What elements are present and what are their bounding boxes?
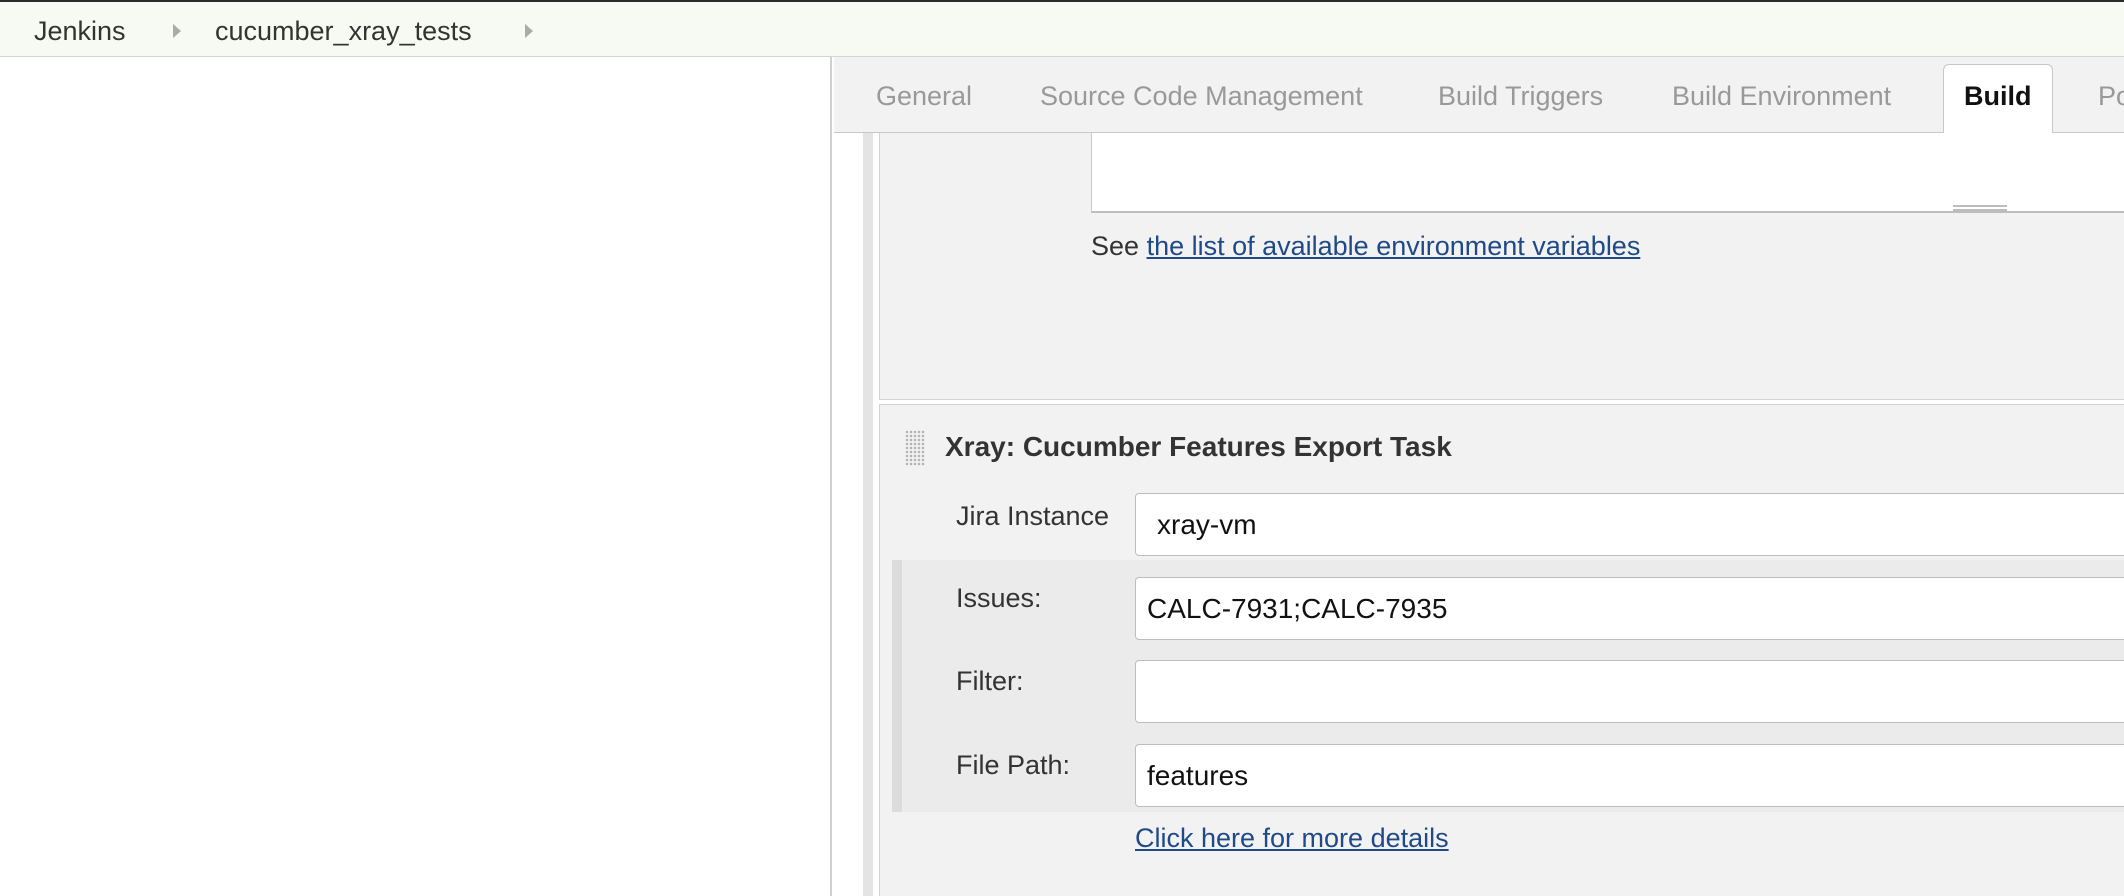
filter-label: Filter: [956,666,1024,696]
xray-export-build-step: Xray: Cucumber Features Export Task Jira… [879,404,2124,896]
config-content: See the list of available environment va… [834,133,2124,896]
shell-build-step: See the list of available environment va… [879,133,2124,400]
tab-general[interactable]: General [876,81,972,112]
env-vars-hint: See the list of available environment va… [1091,231,1640,262]
issues-input[interactable] [1135,577,2124,640]
step-title: Xray: Cucumber Features Export Task [945,431,1452,462]
tab-source-code-management[interactable]: Source Code Management [1040,81,1363,112]
config-tab-bar: General Source Code Management Build Tri… [834,57,2124,133]
file-path-label: File Path: [956,750,1071,780]
config-main: General Source Code Management Build Tri… [834,57,2124,896]
command-textarea[interactable] [1091,133,2124,213]
breadcrumb-item-jenkins[interactable]: Jenkins [34,16,126,47]
tab-build[interactable]: Build [1943,64,2053,133]
breadcrumb-item-job[interactable]: cucumber_xray_tests [215,16,472,47]
breadcrumb-chevron-icon[interactable] [525,24,533,38]
section-gutter [863,133,873,896]
side-panel [0,57,832,896]
more-details-link[interactable]: Click here for more details [1135,823,1449,854]
jira-instance-label: Jira Instance [956,501,1110,531]
file-path-input[interactable] [1135,744,2124,807]
tab-post-build-actions[interactable]: Po [2098,81,2124,112]
filter-input[interactable] [1135,660,2124,723]
textarea-resize-handle[interactable] [1953,205,2007,211]
breadcrumb: Jenkins cucumber_xray_tests [0,0,2124,57]
drag-handle-icon[interactable] [905,430,925,466]
jira-instance-select[interactable]: xray-vm [1135,493,2124,556]
jira-instance-selected-value: xray-vm [1157,509,1257,540]
tab-build-triggers[interactable]: Build Triggers [1438,81,1603,112]
issues-label: Issues: [956,583,1042,613]
breadcrumb-chevron-icon[interactable] [173,24,181,38]
env-vars-link[interactable]: the list of available environment variab… [1147,231,1641,261]
jenkins-job-config-page: Jenkins cucumber_xray_tests General Sour… [0,0,2124,896]
see-prefix: See [1091,231,1140,261]
tab-build-environment[interactable]: Build Environment [1672,81,1891,112]
